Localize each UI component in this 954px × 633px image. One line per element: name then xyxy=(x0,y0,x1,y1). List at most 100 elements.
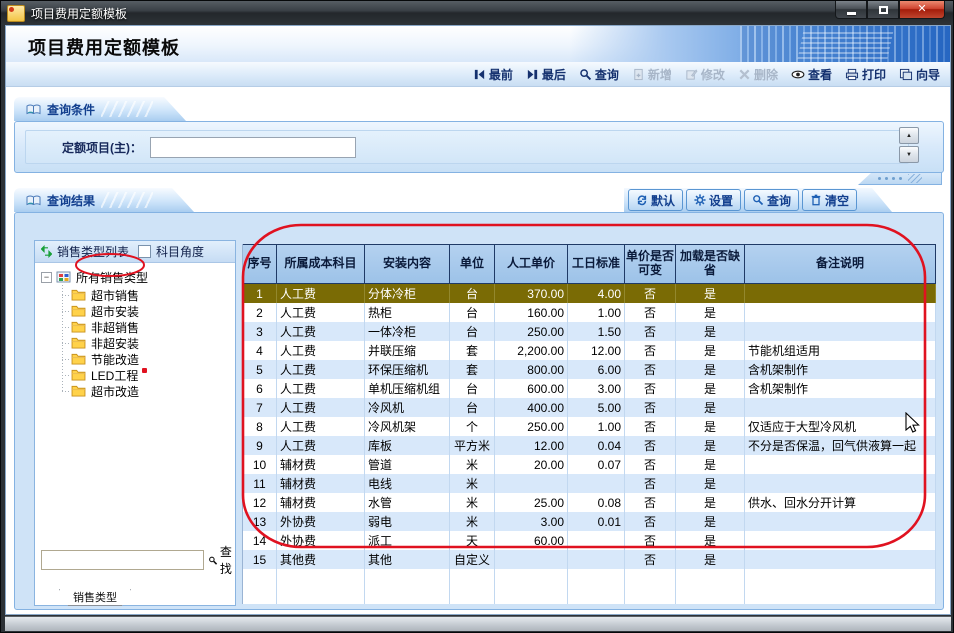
splitter-handle[interactable] xyxy=(858,172,942,185)
table-row[interactable]: 2 人工费 热柜 台 160.00 1.00 否 是 xyxy=(243,303,936,322)
table-row[interactable]: 9 人工费 库板 平方米 12.00 0.04 否 是 不分是否保温，回气供液算… xyxy=(243,436,936,455)
settings-button[interactable]: 设置 xyxy=(686,189,741,211)
window-content: 项目费用定额模板 最前 最后 查询 新增 修改 xyxy=(5,25,951,615)
col-category[interactable]: 所属成本科目 xyxy=(277,244,365,284)
tree-item[interactable]: 超市安装 xyxy=(54,303,235,319)
col-price[interactable]: 人工单价 xyxy=(495,244,568,284)
tree-root-label: 所有销售类型 xyxy=(76,269,148,286)
quota-project-input[interactable] xyxy=(150,137,356,158)
first-button[interactable]: 最前 xyxy=(473,66,513,83)
find-button[interactable]: 查找 xyxy=(208,543,238,577)
tree-item[interactable]: 超市销售 xyxy=(54,287,235,303)
search-button[interactable]: 查询 xyxy=(744,189,799,211)
table-row[interactable]: 13 外协费 弱电 米 3.00 0.01 否 是 xyxy=(243,512,936,531)
folder-icon xyxy=(71,353,86,365)
table-row[interactable]: 8 人工费 冷风机架 个 250.00 1.00 否 是 仅适应于大型冷风机 xyxy=(243,417,936,436)
col-content[interactable]: 安装内容 xyxy=(365,244,450,284)
spinner-up-button[interactable]: ▲ xyxy=(899,127,919,144)
gear-icon xyxy=(694,194,706,206)
tab-query-results[interactable]: 查询结果 xyxy=(14,188,194,212)
col-default[interactable]: 加载是否缺省 xyxy=(676,244,745,284)
table-row[interactable]: 11 辅材费 电线 米 否 是 xyxy=(243,474,936,493)
tree-item[interactable]: 非超安装 xyxy=(54,335,235,351)
root-node-icon xyxy=(56,271,72,284)
subject-angle-checkbox[interactable] xyxy=(138,245,151,258)
title-bar: 项目费用定额模板 ✕ xyxy=(1,1,953,25)
col-variable[interactable]: 单价是否可变 xyxy=(625,244,676,284)
folder-icon xyxy=(71,385,86,397)
table-row[interactable]: 1 人工费 分体冷柜 台 370.00 4.00 否 是 xyxy=(243,284,936,303)
folder-icon xyxy=(71,321,86,333)
wizard-icon xyxy=(899,68,913,81)
table-row[interactable]: 4 人工费 并联压缩 套 2,200.00 12.00 否 是 节能机组适用 xyxy=(243,341,936,360)
tree-item[interactable]: 超市改造 xyxy=(54,383,235,399)
search-icon xyxy=(208,554,218,567)
delete-button: 删除 xyxy=(738,66,778,83)
app-icon xyxy=(7,5,25,22)
folder-icon xyxy=(71,289,86,301)
tree-root-node[interactable]: − 所有销售类型 xyxy=(41,269,235,286)
quota-table: 序号 所属成本科目 安装内容 单位 人工单价 工日标准 单价是否可变 加载是否缺… xyxy=(242,244,936,604)
view-button[interactable]: 查看 xyxy=(791,66,832,83)
results-button-band: 默认 设置 查询 清空 xyxy=(624,188,892,212)
search-icon xyxy=(579,68,592,81)
up-arrow-icon: ▲ xyxy=(906,133,912,139)
close-button[interactable]: ✕ xyxy=(899,1,945,19)
page-header: 项目费用定额模板 xyxy=(6,26,950,62)
search-icon xyxy=(752,194,764,206)
tree-search-row: 查找 xyxy=(41,543,238,577)
maximize-icon xyxy=(879,6,888,14)
main-toolbar: 最前 最后 查询 新增 修改 删除 xyxy=(6,62,950,87)
book-icon xyxy=(26,103,41,116)
tab-query-condition[interactable]: 查询条件 xyxy=(14,97,186,121)
col-unit[interactable]: 单位 xyxy=(450,244,495,284)
window-title: 项目费用定额模板 xyxy=(31,5,127,22)
table-header-row: 序号 所属成本科目 安装内容 单位 人工单价 工日标准 单价是否可变 加载是否缺… xyxy=(243,244,936,284)
skip-first-icon xyxy=(473,68,486,81)
query-button[interactable]: 查询 xyxy=(579,66,619,83)
last-button[interactable]: 最后 xyxy=(526,66,566,83)
tree-search-input[interactable] xyxy=(41,550,204,570)
tree-children: 超市销售 超市安装 非超销售 xyxy=(54,287,235,399)
print-button[interactable]: 打印 xyxy=(845,66,886,83)
table-row[interactable]: 7 人工费 冷风机 台 400.00 5.00 否 是 xyxy=(243,398,936,417)
table-rows: 1 人工费 分体冷柜 台 370.00 4.00 否 是 2 人工费 热 xyxy=(243,284,936,569)
clear-button[interactable]: 清空 xyxy=(802,189,857,211)
table-row[interactable]: 14 外协费 派工 天 60.00 否 是 xyxy=(243,531,936,550)
table-row[interactable]: 15 其他费 其他 自定义 否 是 xyxy=(243,550,936,569)
skip-last-icon xyxy=(526,68,539,81)
table-row[interactable]: 6 人工费 单机压缩机组 台 600.00 3.00 否 是 含机架制作 xyxy=(243,379,936,398)
col-note[interactable]: 备注说明 xyxy=(745,244,936,284)
window-status-bar xyxy=(5,616,951,631)
wizard-button[interactable]: 向导 xyxy=(899,66,940,83)
sales-type-tree: − 所有销售类型 超市销售 超市安装 xyxy=(35,263,235,399)
table-empty-area xyxy=(243,569,936,604)
maximize-button[interactable] xyxy=(867,1,899,19)
refresh-icon xyxy=(636,194,648,206)
printer-icon xyxy=(845,68,859,81)
spinner-down-button[interactable]: ▼ xyxy=(899,146,919,163)
table-row[interactable]: 10 辅材费 管道 米 20.00 0.07 否 是 xyxy=(243,455,936,474)
app-window: 项目费用定额模板 ✕ 项目费用定额模板 最前 最后 查询 xyxy=(0,0,954,633)
tab-decoration xyxy=(101,192,153,208)
col-no[interactable]: 序号 xyxy=(243,244,277,284)
tab-sales-type[interactable]: 销售类型 xyxy=(59,589,131,606)
header-banner-image xyxy=(570,26,950,62)
table-row[interactable]: 3 人工费 一体冷柜 台 250.00 1.50 否 是 xyxy=(243,322,936,341)
table-row[interactable]: 12 辅材费 水管 米 25.00 0.08 否 是 供水、回水分开计算 xyxy=(243,493,936,512)
table-row[interactable]: 5 人工费 环保压缩机 套 800.00 6.00 否 是 含机架制作 xyxy=(243,360,936,379)
tab-query-results-label: 查询结果 xyxy=(47,192,95,209)
delete-x-icon xyxy=(738,68,751,81)
col-days[interactable]: 工日标准 xyxy=(568,244,625,284)
subject-angle-label: 科目角度 xyxy=(156,243,204,260)
folder-icon xyxy=(71,369,86,381)
eye-icon xyxy=(791,68,805,81)
minimize-button[interactable] xyxy=(835,1,867,19)
modify-button: 修改 xyxy=(685,66,725,83)
folder-icon xyxy=(71,305,86,317)
refresh-green-icon xyxy=(41,245,52,258)
collapse-icon[interactable]: − xyxy=(41,272,52,283)
tree-item[interactable]: 非超销售 xyxy=(54,319,235,335)
default-button[interactable]: 默认 xyxy=(628,189,683,211)
tree-item[interactable]: 节能改造 xyxy=(54,351,235,367)
